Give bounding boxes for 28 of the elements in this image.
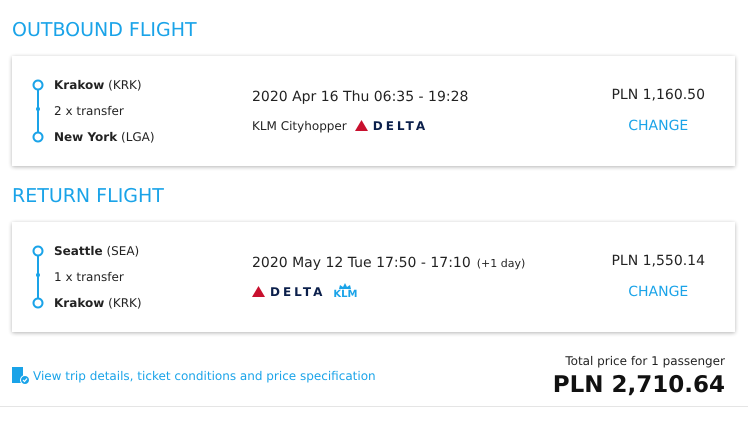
- flight-schedule: 2020 Apr 16 Thu 06:35 - 19:28: [252, 88, 468, 106]
- route-line-icon: [32, 245, 44, 309]
- transfer-count: 1 x transfer: [54, 269, 125, 286]
- carrier-logo-text: KLM: [333, 290, 358, 300]
- change-button[interactable]: CHANGE: [628, 282, 688, 303]
- origin-airport: Krakow (KRK): [54, 77, 143, 94]
- section-heading: RETURN FLIGHT: [12, 184, 165, 208]
- route-line-icon: [32, 79, 44, 143]
- change-button[interactable]: CHANGE: [628, 116, 688, 137]
- destination-airport: Krakow (KRK): [54, 295, 142, 312]
- section-heading: OUTBOUND FLIGHT: [12, 18, 198, 42]
- total-price: PLN 2,710.64: [552, 371, 725, 400]
- flight-price: PLN 1,160.50: [611, 86, 705, 105]
- ticket-check-icon: [12, 367, 30, 385]
- total-price-label: Total price for 1 passenger: [565, 353, 725, 370]
- carrier-logo-text: DELTA: [270, 284, 326, 300]
- trip-details-link[interactable]: View trip details, ticket conditions and price specification: [33, 367, 376, 385]
- day-offset-note: (+1 day): [476, 256, 526, 272]
- destination-airport: New York (LGA): [54, 129, 155, 146]
- triangle-logo-icon: [354, 120, 368, 131]
- carrier-name: KLM Cityhopper: [252, 118, 347, 134]
- crown-icon: [338, 283, 352, 289]
- flight-schedule: 2020 May 12 Tue 17:50 - 17:10: [252, 254, 471, 272]
- triangle-logo-icon: [252, 286, 265, 297]
- carrier-logo-text: DELTA: [372, 118, 428, 134]
- flight-price: PLN 1,550.14: [611, 252, 705, 271]
- transfer-count: 2 x transfer: [54, 103, 125, 120]
- origin-airport: Seattle (SEA): [54, 243, 140, 260]
